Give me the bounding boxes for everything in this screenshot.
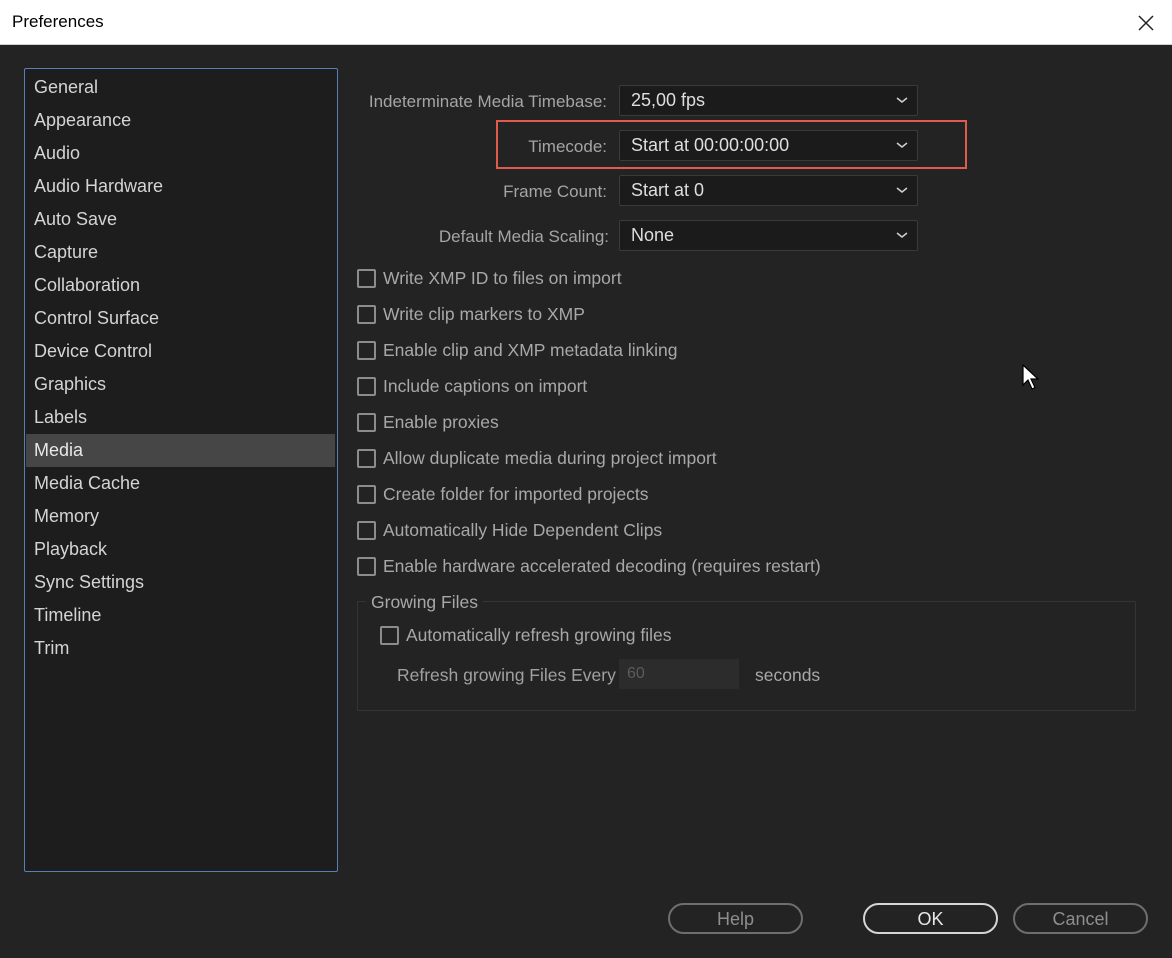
sidebar-item-memory[interactable]: Memory	[26, 500, 335, 533]
growing-files-group	[357, 601, 1136, 711]
frame-count-select[interactable]: Start at 0	[619, 175, 918, 206]
close-icon	[1138, 14, 1154, 31]
dialog-body: General Appearance Audio Audio Hardware …	[0, 45, 1172, 958]
checkbox-row-create-folder[interactable]: Create folder for imported projects	[357, 482, 649, 506]
timebase-select[interactable]: 25,00 fps	[619, 85, 918, 116]
checkbox-row-hw-decoding[interactable]: Enable hardware accelerated decoding (re…	[357, 554, 821, 578]
sidebar-item-audio[interactable]: Audio	[26, 137, 335, 170]
refresh-interval-input[interactable]: 60	[619, 659, 739, 689]
sidebar-item-capture[interactable]: Capture	[26, 236, 335, 269]
sidebar-item-device-control[interactable]: Device Control	[26, 335, 335, 368]
enable-proxies-checkbox[interactable]	[357, 412, 376, 432]
include-captions-checkbox[interactable]	[357, 376, 376, 396]
create-folder-checkbox[interactable]	[357, 484, 376, 504]
title-bar: Preferences	[0, 0, 1172, 45]
timebase-label: Indeterminate Media Timebase:	[368, 92, 607, 111]
allow-duplicate-checkbox[interactable]	[357, 448, 376, 468]
auto-refresh-checkbox[interactable]	[380, 625, 399, 645]
sidebar-item-collaboration[interactable]: Collaboration	[26, 269, 335, 302]
timecode-label: Timecode:	[528, 137, 607, 156]
sidebar-item-control-surface[interactable]: Control Surface	[26, 302, 335, 335]
scaling-label: Default Media Scaling:	[438, 227, 609, 246]
checkbox-row-write-clip-markers[interactable]: Write clip markers to XMP	[357, 302, 585, 326]
checkbox-label: Include captions on import	[383, 375, 588, 396]
sidebar-item-auto-save[interactable]: Auto Save	[26, 203, 335, 236]
timebase-value: 25,00 fps	[631, 90, 706, 110]
chevron-down-icon	[896, 142, 908, 148]
ok-button[interactable]: OK	[863, 903, 998, 934]
checkbox-label: Allow duplicate media during project imp…	[383, 447, 717, 468]
chevron-down-icon	[896, 97, 908, 103]
sidebar-item-sync-settings[interactable]: Sync Settings	[26, 566, 335, 599]
frame-count-label: Frame Count:	[503, 182, 607, 201]
category-list: General Appearance Audio Audio Hardware …	[24, 68, 338, 872]
sidebar-item-media-cache[interactable]: Media Cache	[26, 467, 335, 500]
window-title: Preferences	[12, 12, 104, 31]
checkbox-row-include-captions[interactable]: Include captions on import	[357, 374, 587, 398]
checkbox-label: Enable clip and XMP metadata linking	[383, 339, 678, 360]
scaling-value: None	[631, 225, 675, 245]
checkbox-label: Enable proxies	[383, 411, 499, 432]
help-button[interactable]: Help	[668, 903, 803, 934]
timecode-value: Start at 00:00:00:00	[631, 135, 790, 155]
checkbox-row-allow-duplicate[interactable]: Allow duplicate media during project imp…	[357, 446, 717, 470]
checkbox-label: Automatically Hide Dependent Clips	[383, 519, 663, 540]
close-button[interactable]	[1120, 0, 1172, 45]
timecode-select[interactable]: Start at 00:00:00:00	[619, 130, 918, 161]
mouse-cursor-icon	[1022, 364, 1040, 390]
checkbox-row-write-xmp-id[interactable]: Write XMP ID to files on import	[357, 266, 622, 290]
cancel-button[interactable]: Cancel	[1013, 903, 1148, 934]
write-clip-markers-checkbox[interactable]	[357, 304, 376, 324]
refresh-interval-label: Refresh growing Files Every	[397, 665, 616, 685]
sidebar-item-audio-hardware[interactable]: Audio Hardware	[26, 170, 335, 203]
checkbox-label: Write XMP ID to files on import	[383, 267, 622, 288]
growing-files-title: Growing Files	[366, 592, 483, 613]
sidebar-item-general[interactable]: General	[26, 71, 335, 104]
sidebar-item-timeline[interactable]: Timeline	[26, 599, 335, 632]
hw-decoding-checkbox[interactable]	[357, 556, 376, 576]
metadata-linking-checkbox[interactable]	[357, 340, 376, 360]
checkbox-label: Create folder for imported projects	[383, 483, 649, 504]
hide-dependent-checkbox[interactable]	[357, 520, 376, 540]
checkbox-row-enable-proxies[interactable]: Enable proxies	[357, 410, 499, 434]
sidebar-item-trim[interactable]: Trim	[26, 632, 335, 665]
checkbox-label: Write clip markers to XMP	[383, 303, 585, 324]
scaling-select[interactable]: None	[619, 220, 918, 251]
write-xmp-id-checkbox[interactable]	[357, 268, 376, 288]
refresh-unit-label: seconds	[755, 665, 821, 685]
checkbox-row-metadata-linking[interactable]: Enable clip and XMP metadata linking	[357, 338, 677, 362]
chevron-down-icon	[896, 232, 908, 238]
checkbox-row-auto-refresh[interactable]: Automatically refresh growing files	[380, 623, 672, 647]
sidebar-item-media[interactable]: Media	[26, 434, 335, 467]
sidebar-item-playback[interactable]: Playback	[26, 533, 335, 566]
sidebar-item-graphics[interactable]: Graphics	[26, 368, 335, 401]
checkbox-row-hide-dependent[interactable]: Automatically Hide Dependent Clips	[357, 518, 662, 542]
frame-count-value: Start at 0	[631, 180, 705, 200]
sidebar-item-appearance[interactable]: Appearance	[26, 104, 335, 137]
checkbox-label: Automatically refresh growing files	[406, 624, 672, 645]
checkbox-label: Enable hardware accelerated decoding (re…	[383, 555, 821, 576]
chevron-down-icon	[896, 187, 908, 193]
sidebar-item-labels[interactable]: Labels	[26, 401, 335, 434]
